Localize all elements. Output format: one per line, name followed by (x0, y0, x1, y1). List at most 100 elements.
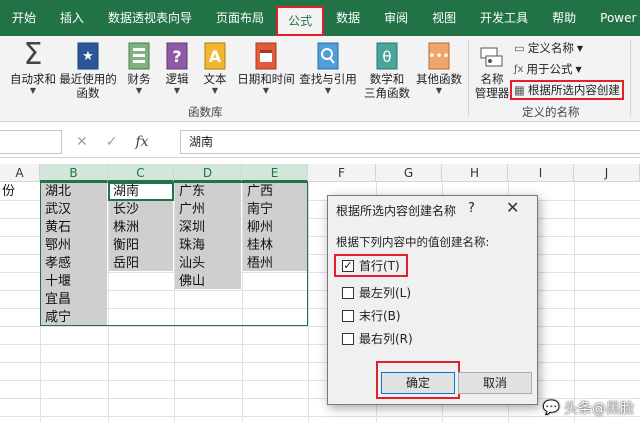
create-from-selection-button[interactable]: ▦ 根据所选内容创建 (510, 80, 624, 100)
logical-label: 逻辑 (165, 72, 189, 86)
cell-d6[interactable]: 佛山 (177, 273, 205, 291)
cell-d4[interactable]: 珠海 (177, 237, 205, 255)
datetime-label: 日期和时间 (237, 72, 295, 86)
worksheet-grid: A B C D E F G H I J 份 湖北 武汉 黄石 鄂州 孝感 十堰 … (0, 164, 640, 422)
column-header-j[interactable]: J (574, 164, 640, 182)
cell-d1[interactable]: 广东 (177, 183, 205, 201)
tab-data[interactable]: 数据 (324, 5, 372, 31)
cell-b7[interactable]: 宜昌 (43, 291, 71, 309)
tab-review[interactable]: 审阅 (372, 5, 420, 31)
datetime-button[interactable]: 日期和时间 ▼ (236, 40, 296, 95)
name-box[interactable] (0, 130, 62, 154)
cell-b8[interactable]: 咸宁 (43, 309, 71, 327)
finance-button[interactable]: 财务 ▼ (122, 40, 156, 95)
cell-e1[interactable]: 广西 (245, 183, 273, 201)
cancel-button[interactable]: 取消 (458, 372, 532, 394)
group-separator (468, 40, 469, 116)
checkbox-top-row[interactable]: ✓ (342, 259, 354, 272)
sigma-icon: Σ (23, 37, 43, 72)
cell-b4[interactable]: 鄂州 (43, 237, 71, 255)
autosum-label: 自动求和 (10, 72, 56, 86)
column-header-g[interactable]: G (376, 164, 442, 182)
column-header-f[interactable]: F (308, 164, 376, 182)
option-bottom-row[interactable]: 末行(B) (342, 307, 401, 324)
tab-pivot-wizard[interactable]: 数据透视表向导 (96, 5, 204, 31)
cell-b1[interactable]: 湖北 (43, 183, 71, 201)
help-icon[interactable]: ? (468, 201, 475, 216)
cell-c5[interactable]: 岳阳 (111, 255, 139, 273)
column-header-h[interactable]: H (442, 164, 508, 182)
cell-e5[interactable]: 梧州 (245, 255, 273, 273)
tab-power-pivot[interactable]: Power Piv (588, 5, 640, 31)
formula-input[interactable]: 湖南 (180, 130, 640, 154)
option-top-row-label: 首行(T) (359, 259, 400, 273)
formula-bar-buttons: ✕ ✓ fx (76, 130, 149, 154)
checkbox-right-column[interactable] (342, 332, 354, 345)
cell-c4[interactable]: 衡阳 (111, 237, 139, 255)
text-functions-button[interactable]: A 文本 ▼ (198, 40, 232, 95)
formula-tag-icon: ƒx (514, 63, 524, 75)
name-manager-label-2: 管理器 (474, 86, 510, 100)
cell-c3[interactable]: 株洲 (111, 219, 139, 237)
tab-home[interactable]: 开始 (0, 5, 48, 31)
chevron-down-icon: ▼ (262, 86, 270, 95)
cell-c2[interactable]: 长沙 (111, 201, 139, 219)
math-trig-button[interactable]: θ 数学和 三角函数 (362, 40, 412, 100)
tab-insert[interactable]: 插入 (48, 5, 96, 31)
option-left-column[interactable]: 最左列(L) (342, 284, 411, 301)
tab-view[interactable]: 视图 (420, 5, 468, 31)
autosum-button[interactable]: Σ 自动求和 ▼ (8, 37, 58, 96)
cell-c1[interactable]: 湖南 (111, 183, 139, 201)
theta-book-icon: θ (376, 40, 398, 70)
name-manager-button[interactable]: 名称 管理器 (474, 40, 510, 100)
close-icon[interactable]: ✕ (506, 198, 519, 217)
tab-developer[interactable]: 开发工具 (468, 5, 540, 31)
define-name-button[interactable]: ▭ 定义名称 ▼ (514, 40, 583, 56)
watermark-text: 头条@黑脸 (564, 401, 634, 417)
cell-e3[interactable]: 柳州 (245, 219, 273, 237)
tab-help[interactable]: 帮助 (540, 5, 588, 31)
chevron-down-icon: ▼ (173, 86, 181, 95)
logical-button[interactable]: ? 逻辑 ▼ (160, 40, 194, 95)
ok-button[interactable]: 确定 (381, 372, 455, 394)
chevron-down-icon: ▼ (135, 86, 143, 95)
cell-b5[interactable]: 孝感 (43, 255, 71, 273)
cell-d5[interactable]: 汕头 (177, 255, 205, 273)
cell-e2[interactable]: 南宁 (245, 201, 273, 219)
recent-functions-button[interactable]: ★ 最近使用的 函数 (58, 40, 118, 100)
confirm-icon[interactable]: ✓ (106, 134, 118, 150)
cell-e4[interactable]: 桂林 (245, 237, 273, 255)
finance-book-icon (128, 40, 150, 70)
option-right-column[interactable]: 最右列(R) (342, 330, 413, 347)
tab-formulas[interactable]: 公式 (276, 6, 325, 36)
other-functions-button[interactable]: ••• 其他函数 ▼ (414, 40, 464, 95)
chevron-down-icon: ▼ (576, 43, 584, 53)
column-header-d[interactable]: D (174, 164, 242, 182)
grid-tag-icon: ▦ (514, 83, 525, 97)
column-header-i[interactable]: I (508, 164, 574, 182)
column-header-b[interactable]: B (40, 164, 108, 182)
checkbox-left-column[interactable] (342, 286, 354, 299)
column-header-e[interactable]: E (242, 164, 308, 182)
lookup-button[interactable]: 查找与引用 ▼ (298, 40, 358, 95)
use-in-formula-button[interactable]: ƒx 用于公式 ▼ (514, 61, 582, 77)
gridline (0, 380, 640, 381)
magnifier-book-icon (317, 40, 339, 70)
tab-page-layout[interactable]: 页面布局 (204, 5, 276, 31)
cell-b2[interactable]: 武汉 (43, 201, 71, 219)
insert-function-icon[interactable]: fx (135, 134, 148, 150)
math-trig-label-2: 三角函数 (364, 86, 410, 100)
column-header-a[interactable]: A (0, 164, 40, 182)
checkbox-bottom-row[interactable] (342, 309, 354, 322)
cell-d2[interactable]: 广州 (177, 201, 205, 219)
cell-a1[interactable]: 份 (0, 183, 15, 201)
cell-b6[interactable]: 十堰 (43, 273, 71, 291)
cell-b3[interactable]: 黄石 (43, 219, 71, 237)
cell-d3[interactable]: 深圳 (177, 219, 205, 237)
svg-text:A: A (209, 47, 222, 66)
name-manager-label-1: 名称 (480, 72, 504, 86)
math-trig-label-1: 数学和 (369, 72, 405, 86)
cancel-icon[interactable]: ✕ (76, 134, 88, 150)
option-top-row[interactable]: ✓ 首行(T) (334, 254, 408, 277)
column-header-c[interactable]: C (108, 164, 174, 182)
